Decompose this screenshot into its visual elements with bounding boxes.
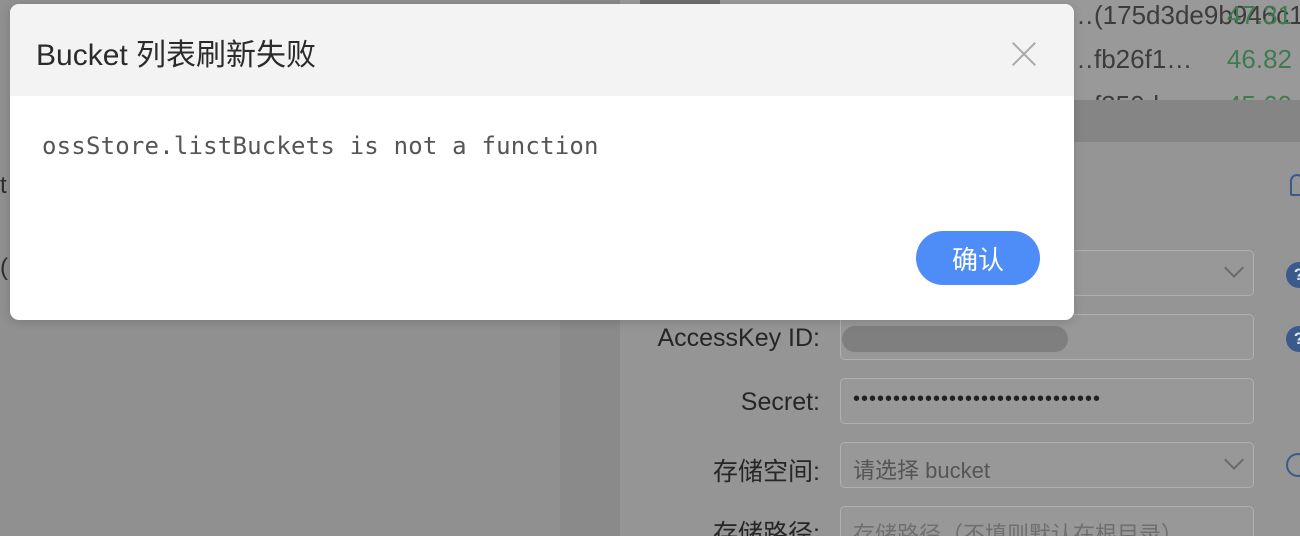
- secret-input[interactable]: •••••••••••••••••••••••••••••••: [840, 378, 1254, 424]
- list-item-value: 45.60: [1227, 90, 1292, 100]
- list-item-value: 47.31: [1226, 0, 1292, 30]
- list-item: …(175d3de9b946c1b25591… 47.31: [1060, 0, 1300, 40]
- secret-label: Secret:: [740, 388, 820, 416]
- path-input[interactable]: 存储路径（不填则默认在根目录）: [840, 506, 1254, 536]
- bell-icon: [1290, 174, 1300, 196]
- chevron-down-icon: [1224, 450, 1244, 470]
- bucket-placeholder: 请选择 bucket: [853, 458, 990, 483]
- close-icon[interactable]: [1010, 40, 1038, 68]
- left-pane-text: (: [0, 254, 8, 281]
- path-label: 存储路径:: [713, 520, 820, 536]
- confirm-button[interactable]: 确认: [916, 231, 1040, 285]
- list-item-hash: …fb26f1…: [1068, 44, 1193, 74]
- dialog-title: Bucket 列表刷新失败: [36, 39, 317, 72]
- error-dialog: Bucket 列表刷新失败 ossStore.listBuckets is no…: [10, 4, 1074, 320]
- list-item-hash: …f350d…: [1068, 90, 1185, 100]
- path-placeholder: 存储路径（不填则默认在根目录）: [853, 522, 1184, 536]
- access-key-label: AccessKey ID:: [657, 324, 820, 352]
- redaction-scribble: [842, 326, 1068, 352]
- left-pane-text: t: [0, 172, 7, 199]
- list-item: …f350d… 45.60: [1060, 90, 1300, 100]
- list-item-value: 46.82: [1226, 44, 1292, 74]
- list-item: …fb26f1… 46.82: [1060, 44, 1300, 84]
- bucket-label: 存储空间:: [713, 458, 820, 486]
- dialog-message: ossStore.listBuckets is not a function: [42, 132, 599, 160]
- chevron-down-icon: [1224, 258, 1244, 278]
- app-window: …(175d3de9b946c1b25591… 47.31 …fb26f1… 4…: [0, 0, 1300, 536]
- bucket-select[interactable]: 请选择 bucket: [840, 442, 1254, 488]
